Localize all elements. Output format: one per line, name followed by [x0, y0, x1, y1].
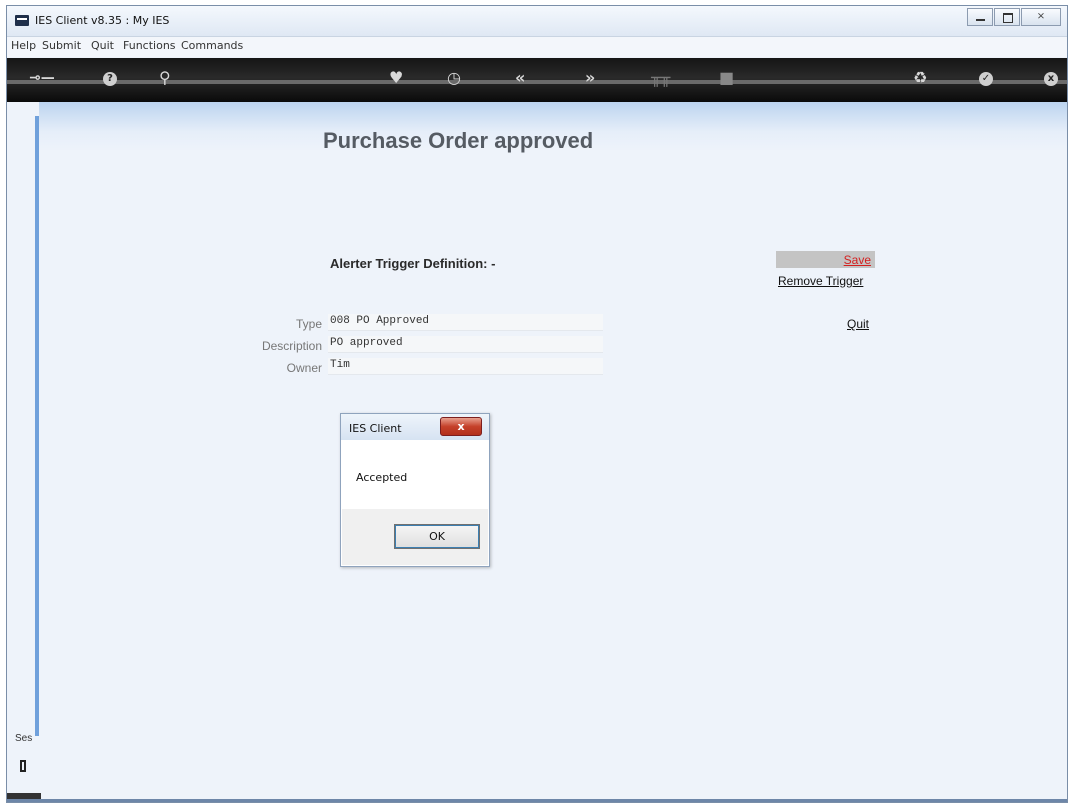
help-icon[interactable]: ?: [103, 72, 117, 86]
fast-forward-icon[interactable]: »: [585, 68, 595, 87]
type-label: Type: [295, 317, 322, 331]
window-controls: ⨯: [966, 8, 1061, 26]
menu-commands[interactable]: Commands: [181, 39, 243, 52]
remove-trigger-link[interactable]: Remove Trigger: [778, 274, 863, 288]
bottom-border: [7, 799, 1067, 802]
dialog-title: IES Client: [349, 422, 402, 435]
dialog-title-bar: IES Client x: [341, 414, 489, 440]
stop-icon[interactable]: ■: [719, 68, 734, 87]
message-dialog: IES Client x Accepted OK: [340, 413, 490, 567]
dialog-message: Accepted: [356, 471, 408, 484]
owner-field[interactable]: Tim: [328, 358, 603, 375]
session-label: Ses: [15, 733, 33, 744]
session-icon[interactable]: [20, 760, 26, 772]
section-label: Alerter Trigger Definition: -: [330, 256, 496, 271]
menu-bar: Help Submit Quit Functions Commands: [7, 37, 1067, 57]
quit-link[interactable]: Quit: [847, 317, 869, 331]
key-icon[interactable]: ⊸—: [29, 70, 55, 86]
owner-label: Owner: [286, 361, 322, 375]
close-icon[interactable]: x: [1044, 72, 1058, 86]
page-title: Purchase Order approved: [323, 128, 594, 153]
check-icon[interactable]: ✓: [979, 72, 993, 86]
menu-quit[interactable]: Quit: [91, 39, 114, 52]
rewind-icon[interactable]: «: [515, 68, 525, 87]
window-title: IES Client v8.35 : My IES: [35, 14, 170, 27]
recycle-icon[interactable]: ♻: [913, 68, 927, 87]
heart-icon[interactable]: ♥: [389, 68, 403, 87]
description-label: Description: [261, 339, 322, 353]
tools-icon[interactable]: ╥╥: [651, 68, 670, 87]
clock-icon[interactable]: ◷: [447, 68, 461, 87]
dialog-close-button[interactable]: x: [440, 417, 482, 436]
menu-help[interactable]: Help: [11, 39, 36, 52]
close-window-button[interactable]: ⨯: [1021, 8, 1061, 26]
menu-submit[interactable]: Submit: [42, 39, 81, 52]
description-field[interactable]: PO approved: [328, 336, 603, 353]
app-window: IES Client v8.35 : My IES ⨯ Help Submit …: [6, 5, 1068, 803]
app-icon: [15, 15, 29, 26]
maximize-button[interactable]: [994, 8, 1020, 26]
search-icon[interactable]: ⚲: [159, 68, 171, 87]
content-area: [39, 102, 1067, 802]
toolbar: ⊸— ? ⚲ ♥ ◷ « » ╥╥ ■ ♻ ✓ x: [7, 58, 1067, 102]
minimize-button[interactable]: [967, 8, 993, 26]
save-button[interactable]: Save: [776, 251, 875, 268]
save-link[interactable]: Save: [844, 253, 871, 267]
ok-button[interactable]: OK: [394, 524, 480, 549]
type-field[interactable]: 008 PO Approved: [328, 314, 603, 331]
menu-functions[interactable]: Functions: [123, 39, 176, 52]
title-bar: IES Client v8.35 : My IES ⨯: [7, 6, 1067, 37]
